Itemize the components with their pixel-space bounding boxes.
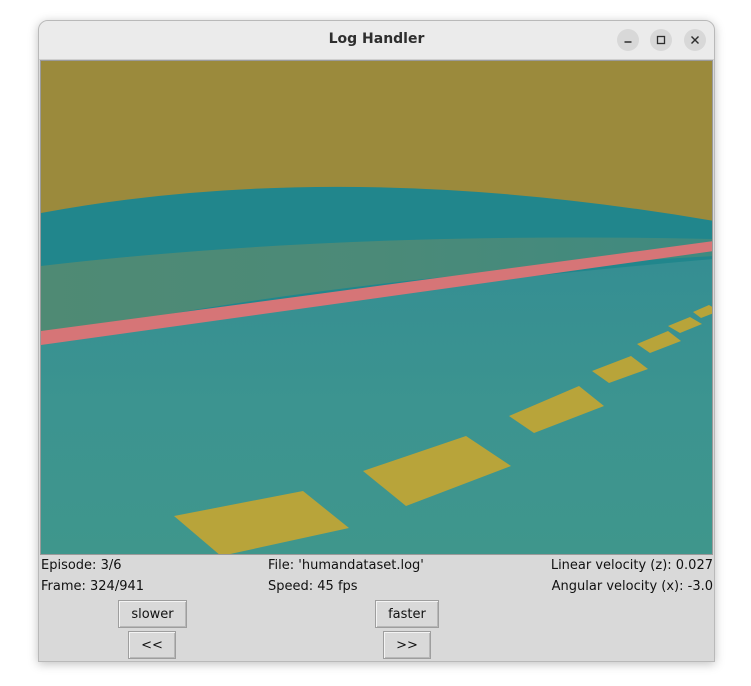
next-episode-button[interactable]: >> <box>383 631 431 659</box>
minimize-button[interactable] <box>617 29 639 51</box>
file-label: File: 'humandataset.log' <box>268 558 424 573</box>
speed-label: Speed: 45 fps <box>268 579 358 594</box>
log-handler-window: Log Handler Episode: 3/6 Frame: 324/941 … <box>38 20 715 662</box>
slower-button[interactable]: slower <box>118 600 187 628</box>
frame-label: Frame: 324/941 <box>41 579 145 594</box>
episode-label: Episode: 3/6 <box>41 558 122 573</box>
close-icon <box>691 36 699 44</box>
window-title: Log Handler <box>328 31 425 47</box>
previous-episode-button[interactable]: << <box>128 631 176 659</box>
title-bar[interactable]: Log Handler <box>39 21 714 60</box>
linear-velocity-label: Linear velocity (z): 0.027 <box>550 558 713 573</box>
camera-frame-view <box>40 60 713 555</box>
maximize-button[interactable] <box>650 29 672 51</box>
camera-frame-image <box>41 61 712 554</box>
angular-velocity-label: Angular velocity (x): -3.0 <box>551 579 713 594</box>
minimize-icon <box>624 41 632 43</box>
faster-button[interactable]: faster <box>375 600 439 628</box>
maximize-icon <box>656 35 666 45</box>
close-button[interactable] <box>684 29 706 51</box>
